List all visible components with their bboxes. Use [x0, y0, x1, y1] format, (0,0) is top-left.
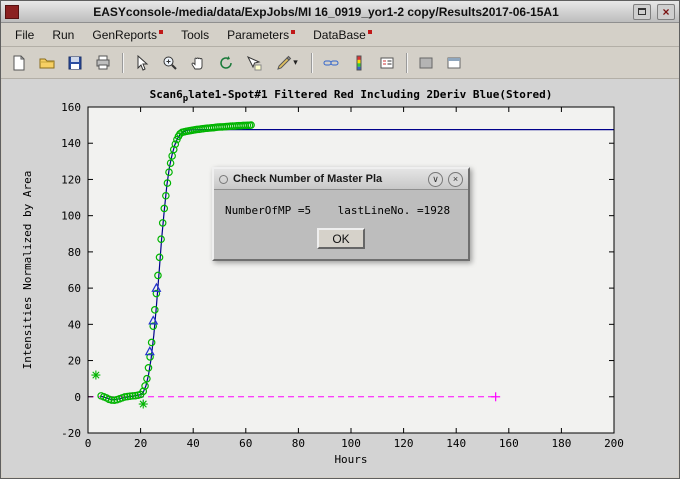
link-plot-button[interactable] — [318, 50, 344, 76]
svg-text:40: 40 — [68, 318, 81, 331]
dialog-check-number-of-master-plates: Check Number of Master Pla ∨ × NumberOfM… — [212, 167, 470, 261]
menu-item-parameters[interactable]: Parameters — [219, 25, 303, 45]
svg-text:20: 20 — [134, 437, 147, 450]
new-figure-button[interactable] — [6, 50, 32, 76]
insert-legend-icon — [379, 55, 395, 71]
svg-text:100: 100 — [341, 437, 361, 450]
menu-accel-mark — [159, 30, 163, 34]
svg-text:0: 0 — [85, 437, 92, 450]
svg-text:60: 60 — [239, 437, 252, 450]
insert-colorbar-button[interactable] — [346, 50, 372, 76]
window-title: EASYconsole-/media/data/ExpJobs/MI 16_09… — [25, 5, 627, 19]
data-cursor-button[interactable] — [241, 50, 267, 76]
close-icon: × — [662, 6, 669, 18]
menu-item-database[interactable]: DataBase — [305, 25, 380, 45]
zoom-in-button[interactable] — [157, 50, 183, 76]
maximize-icon — [638, 8, 646, 15]
dialog-titlebar[interactable]: Check Number of Master Pla ∨ × — [214, 169, 468, 190]
hide-plot-tools-button[interactable] — [413, 50, 439, 76]
window-titlebar[interactable]: EASYconsole-/media/data/ExpJobs/MI 16_09… — [1, 1, 679, 23]
svg-text:80: 80 — [292, 437, 305, 450]
toolbar: ▾ — [1, 47, 679, 79]
close-icon: × — [453, 174, 458, 184]
open-file-button[interactable] — [34, 50, 60, 76]
data-cursor-icon — [246, 55, 262, 71]
rotate-3d-button[interactable] — [213, 50, 239, 76]
svg-text:160: 160 — [61, 101, 81, 114]
menu-accel-mark — [291, 30, 295, 34]
dialog-body: NumberOfMP =5 lastLineNo. =1928 OK — [214, 190, 468, 249]
pan-button[interactable] — [185, 50, 211, 76]
svg-text:80: 80 — [68, 246, 81, 259]
zoom-in-icon — [162, 55, 178, 71]
svg-text:120: 120 — [394, 437, 414, 450]
svg-text:140: 140 — [61, 137, 81, 150]
app-icon[interactable] — [5, 5, 19, 19]
svg-text:60: 60 — [68, 282, 81, 295]
dropdown-caret-icon[interactable]: ▾ — [293, 57, 298, 68]
svg-text:Intensities Normalized by Area: Intensities Normalized by Area — [21, 171, 34, 370]
dialog-app-icon — [219, 175, 228, 184]
menu-bar: FileRunGenReportsToolsParametersDataBase — [1, 23, 679, 47]
svg-text:0: 0 — [74, 391, 81, 404]
print-icon — [95, 55, 111, 71]
insert-legend-button[interactable] — [374, 50, 400, 76]
maximize-button[interactable] — [633, 4, 651, 20]
svg-text:140: 140 — [446, 437, 466, 450]
menu-item-run[interactable]: Run — [44, 25, 82, 45]
show-plot-tools-button[interactable] — [441, 50, 467, 76]
svg-text:120: 120 — [61, 173, 81, 186]
toolbar-separator — [122, 53, 123, 73]
dialog-collapse-button[interactable]: ∨ — [428, 172, 443, 187]
app-window: EASYconsole-/media/data/ExpJobs/MI 16_09… — [0, 0, 680, 479]
svg-text:160: 160 — [499, 437, 519, 450]
toolbar-separator — [406, 53, 407, 73]
dialog-close-button[interactable]: × — [448, 172, 463, 187]
svg-text:100: 100 — [61, 210, 81, 223]
print-button[interactable] — [90, 50, 116, 76]
new-document-icon — [11, 55, 27, 71]
toolbar-separator — [311, 53, 312, 73]
hide-plot-tools-icon — [418, 55, 434, 71]
chart-canvas[interactable]: 0 20 40 60 80 100 120 140 160 180 200 -20 0 20 40 60 80 1… — [4, 81, 676, 478]
chevron-down-icon: ∨ — [432, 174, 439, 185]
menu-accel-mark — [368, 30, 372, 34]
dialog-message: NumberOfMP =5 lastLineNo. =1928 — [225, 204, 457, 217]
rotate-3d-icon — [218, 55, 234, 71]
edit-arrow-icon — [134, 55, 150, 71]
menu-item-genreports[interactable]: GenReports — [84, 25, 171, 45]
open-folder-icon — [39, 55, 55, 71]
figure-area: 0 20 40 60 80 100 120 140 160 180 200 -20 0 20 40 60 80 1… — [2, 79, 678, 477]
link-plot-icon — [323, 55, 339, 71]
pan-hand-icon — [190, 55, 206, 71]
svg-text:40: 40 — [187, 437, 200, 450]
menu-item-file[interactable]: File — [7, 25, 42, 45]
svg-text:-20: -20 — [61, 427, 81, 440]
svg-text:Hours: Hours — [334, 453, 367, 466]
show-plot-tools-icon — [446, 55, 462, 71]
menu-item-tools[interactable]: Tools — [173, 25, 217, 45]
svg-text:20: 20 — [68, 355, 81, 368]
insert-colorbar-icon — [351, 55, 367, 71]
svg-text:180: 180 — [551, 437, 571, 450]
brush-icon — [276, 55, 292, 71]
dialog-ok-button[interactable]: OK — [317, 228, 365, 249]
close-button[interactable]: × — [657, 4, 675, 20]
brush-button[interactable]: ▾ — [269, 50, 305, 76]
save-figure-button[interactable] — [62, 50, 88, 76]
save-icon — [67, 55, 83, 71]
edit-plot-button[interactable] — [129, 50, 155, 76]
dialog-title: Check Number of Master Pla — [233, 173, 423, 185]
svg-text:200: 200 — [604, 437, 624, 450]
